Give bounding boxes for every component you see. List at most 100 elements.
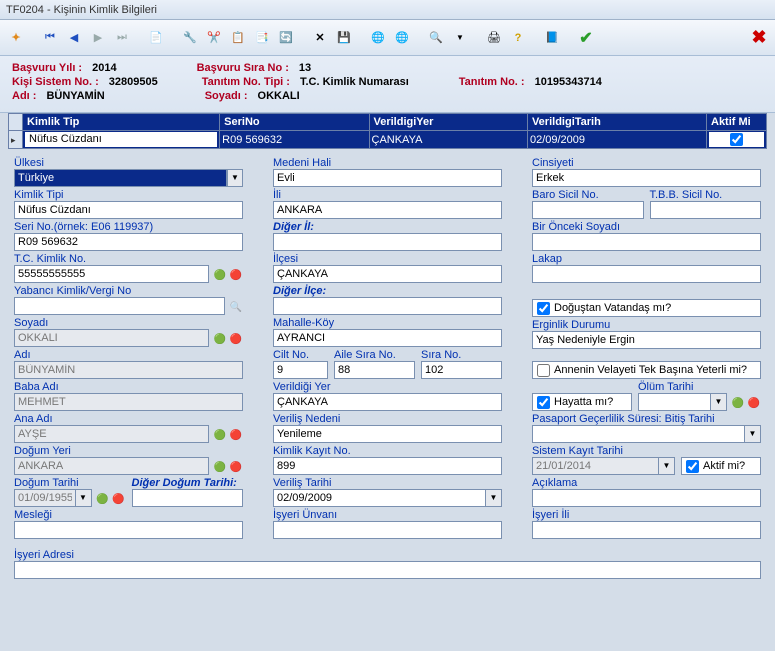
diger-dogum-input[interactable] [132, 489, 244, 507]
col-kimlik-tip[interactable]: Kimlik Tip [23, 114, 220, 131]
ana-action-icon-2[interactable]: 🔴 [229, 428, 243, 442]
ana-action-icon-1[interactable]: 🟢 [213, 428, 227, 442]
table-row[interactable]: ▸ Nüfus Cüzdanı R09 569632 ÇANKAYA 02/09… [9, 131, 767, 149]
verilis-nedeni-input[interactable] [273, 425, 502, 443]
diger-il-input[interactable] [273, 233, 502, 251]
sira-label: Sıra No. [421, 349, 502, 361]
hayatta-checkbox-wrap[interactable]: Hayatta mı? [532, 393, 632, 411]
kimlik-kayit-input[interactable] [273, 457, 502, 475]
col-aktifmi[interactable]: Aktif Mi [707, 114, 767, 131]
annenin-checkbox[interactable] [537, 364, 550, 377]
erginlik-label: Erginlik Durumu [532, 319, 761, 331]
sistem-kayit-dropdown-icon[interactable]: ▼ [659, 457, 675, 475]
lakap-input[interactable] [532, 265, 761, 283]
dogum-tarihi-dropdown-icon[interactable]: ▼ [76, 489, 92, 507]
verilis-tarihi-input[interactable] [273, 489, 486, 507]
help-icon[interactable]: ? [508, 28, 528, 48]
mahalle-input[interactable] [273, 329, 502, 347]
isyeri-unvan-label: İşyeri Ünvanı [273, 509, 502, 521]
kisi-sistem-label: Kişi Sistem No. : [12, 76, 99, 88]
diger-ilce-input[interactable] [273, 297, 502, 315]
nav-prev-icon[interactable]: ◀ [64, 28, 84, 48]
dogum-yeri-action-icon-2[interactable]: 🔴 [229, 460, 243, 474]
aktif-checkbox-wrap[interactable]: Aktif mi? [681, 457, 761, 475]
cinsiyeti-input[interactable] [532, 169, 761, 187]
chevron-down-icon[interactable]: ▼ [450, 28, 470, 48]
isyeri-unvan-input[interactable] [273, 521, 502, 539]
erginlik-input[interactable] [532, 331, 761, 349]
seri-no-input[interactable] [14, 233, 243, 251]
tool-e-icon[interactable]: 🔄 [276, 28, 296, 48]
col-verildigitarih[interactable]: VerildigiTarih [527, 114, 706, 131]
olum-action-icon-1[interactable]: 🟢 [731, 396, 745, 410]
pasaport-input[interactable] [532, 425, 745, 443]
search-doc-icon[interactable]: 🔍 [426, 28, 446, 48]
bir-onceki-input[interactable] [532, 233, 761, 251]
form-icon[interactable]: 📄 [146, 28, 166, 48]
tbb-input[interactable] [650, 201, 762, 219]
identity-grid[interactable]: Kimlik Tip SeriNo VerildigiYer Verildigi… [8, 113, 767, 149]
verilis-tarihi-dropdown-icon[interactable]: ▼ [486, 489, 502, 507]
yabanci-lookup-icon[interactable]: 🔍 [229, 300, 243, 314]
cell-verildigitarih[interactable]: 02/09/2009 [530, 134, 585, 146]
baro-input[interactable] [532, 201, 644, 219]
nav-first-icon[interactable]: ⏮ [40, 28, 60, 48]
cell-verildigiyer[interactable]: ÇANKAYA [372, 134, 423, 146]
sira-input[interactable] [421, 361, 502, 379]
dogum-tarihi-action-icon-2[interactable]: 🔴 [112, 492, 126, 506]
isyeri-adresi-input[interactable] [14, 561, 761, 579]
cilt-input[interactable] [273, 361, 328, 379]
nav-next-icon[interactable]: ▶ [88, 28, 108, 48]
print-icon[interactable]: 🖨 [484, 28, 504, 48]
aciklama-input[interactable] [532, 489, 761, 507]
ili-label: İli [273, 189, 502, 201]
tc-action-icon-2[interactable]: 🔴 [229, 268, 243, 282]
olum-input[interactable] [638, 393, 711, 411]
ilcesi-input[interactable] [273, 265, 502, 283]
dogum-yeri-action-icon-1[interactable]: 🟢 [213, 460, 227, 474]
tc-action-icon-1[interactable]: 🟢 [213, 268, 227, 282]
ulkesi-select[interactable] [14, 169, 227, 187]
isyeri-ili-input[interactable] [532, 521, 761, 539]
soyadi-action-icon-2[interactable]: 🔴 [229, 332, 243, 346]
confirm-icon[interactable]: ✔ [576, 28, 596, 48]
tool-c-icon[interactable]: 📋 [228, 28, 248, 48]
verildigi-yer-input[interactable] [273, 393, 502, 411]
dogum-tarihi-action-icon-1[interactable]: 🟢 [96, 492, 110, 506]
tc-input[interactable] [14, 265, 209, 283]
globe-icon-1[interactable]: 🌐 [368, 28, 388, 48]
dogustan-checkbox[interactable] [537, 302, 550, 315]
kimlik-tipi-input[interactable] [14, 201, 243, 219]
tool-d-icon[interactable]: 📑 [252, 28, 272, 48]
tool-b-icon[interactable]: ✂️ [204, 28, 224, 48]
delete-icon[interactable]: ✕ [310, 28, 330, 48]
soyadi-action-icon-1[interactable]: 🟢 [213, 332, 227, 346]
kisi-sistem-value: 32809505 [109, 76, 158, 88]
ili-input[interactable] [273, 201, 502, 219]
meslegi-input[interactable] [14, 521, 243, 539]
globe-icon-2[interactable]: 🌐 [392, 28, 412, 48]
save-icon[interactable]: 💾 [334, 28, 354, 48]
dogustan-checkbox-wrap[interactable]: Doğuştan Vatandaş mı? [532, 299, 761, 317]
cell-serino[interactable]: R09 569632 [222, 134, 282, 146]
pasaport-dropdown-icon[interactable]: ▼ [745, 425, 761, 443]
ulkesi-dropdown-icon[interactable]: ▼ [227, 169, 243, 187]
col-verildigiyer[interactable]: VerildigiYer [369, 114, 527, 131]
tool-a-icon[interactable]: 🔧 [180, 28, 200, 48]
basvuru-yili-value: 2014 [92, 62, 116, 74]
cell-kimlik-tip[interactable]: Nüfus Cüzdanı [25, 132, 217, 147]
aktif-checkbox[interactable] [686, 460, 699, 473]
cell-aktifmi-checkbox[interactable] [730, 133, 743, 146]
misc-icon[interactable]: 📘 [542, 28, 562, 48]
hayatta-checkbox[interactable] [537, 396, 550, 409]
medeni-input[interactable] [273, 169, 502, 187]
annenin-checkbox-wrap[interactable]: Annenin Velayeti Tek Başına Yeterli mi? [532, 361, 761, 379]
aile-input[interactable] [334, 361, 415, 379]
col-serino[interactable]: SeriNo [220, 114, 369, 131]
olum-action-icon-2[interactable]: 🔴 [747, 396, 761, 410]
close-icon[interactable]: ✖ [749, 28, 769, 48]
nav-last-icon[interactable]: ⏭ [112, 28, 132, 48]
yabanci-input[interactable] [14, 297, 225, 315]
app-icon[interactable]: ✦ [6, 28, 26, 48]
olum-dropdown-icon[interactable]: ▼ [711, 393, 727, 411]
